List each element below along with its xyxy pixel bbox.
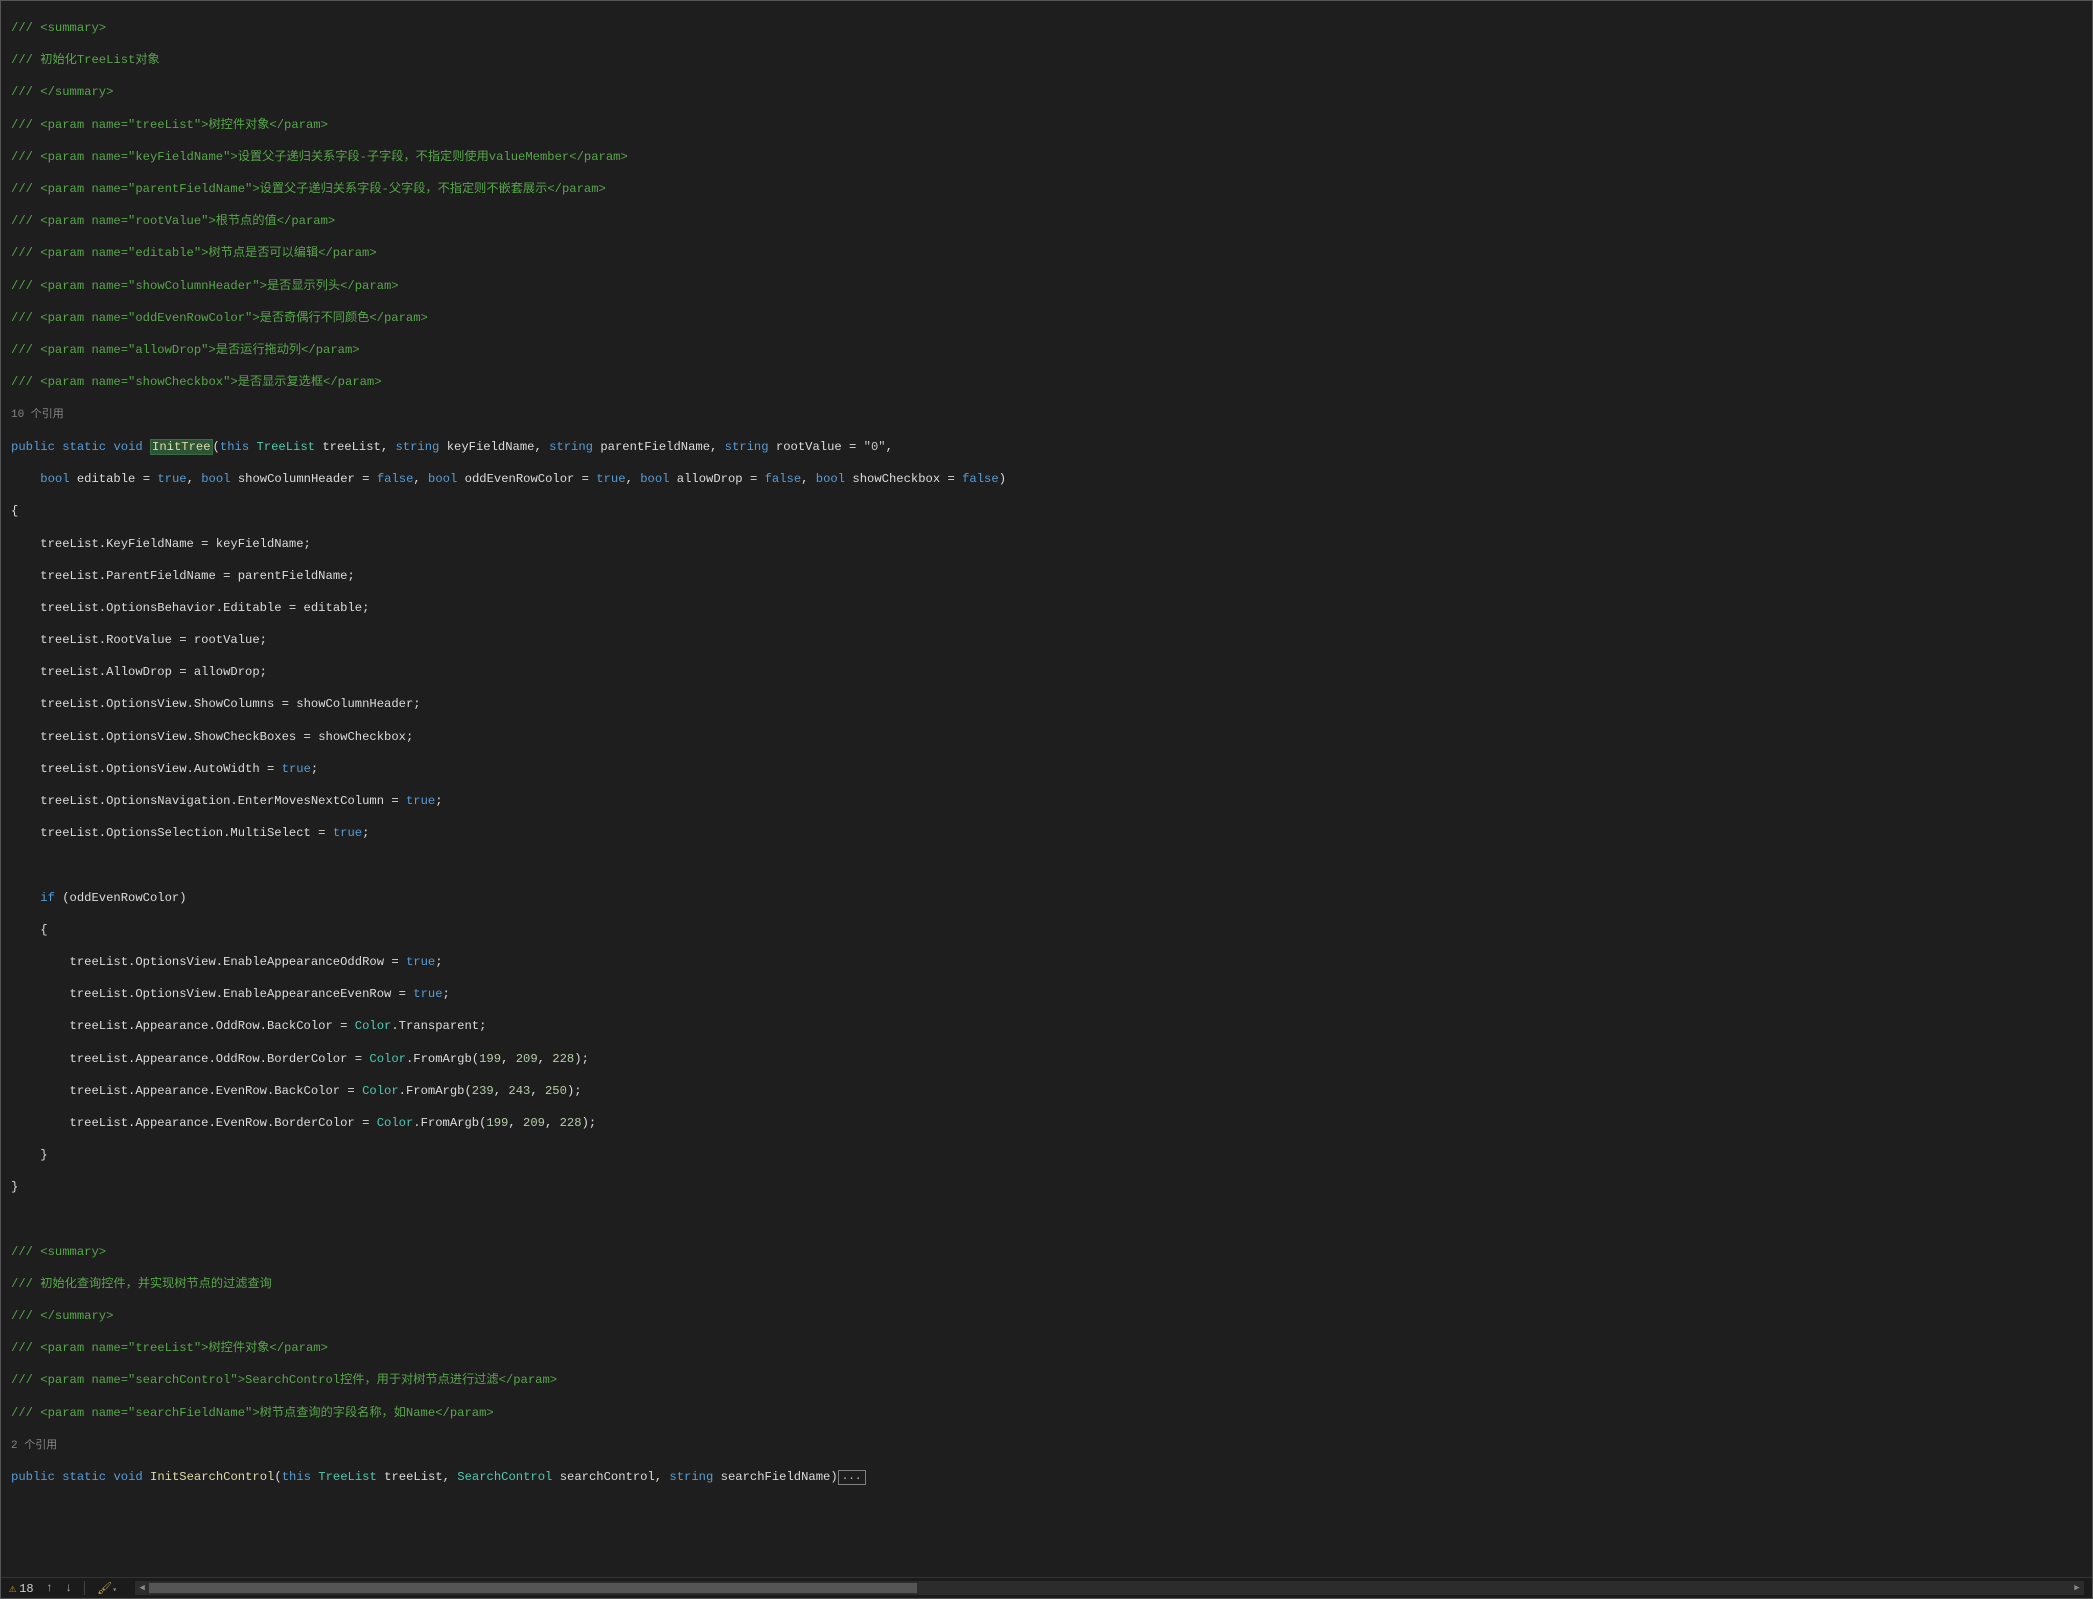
- codelens-refs[interactable]: 10 个引用: [11, 409, 64, 421]
- xmldoc-param: /// <param name="keyFieldName">: [11, 150, 238, 164]
- scroll-thumb[interactable]: [149, 1583, 917, 1593]
- xmldoc-summary-close: /// </summary>: [11, 85, 113, 99]
- xmldoc-param: /// <param name="showColumnHeader">: [11, 279, 267, 293]
- separator: [84, 1581, 85, 1595]
- xmldoc-param: /// <param name="editable">: [11, 246, 208, 260]
- xmldoc-param: /// <param name="treeList">: [11, 1341, 208, 1355]
- method-name: InitSearchControl: [150, 1470, 274, 1484]
- xmldoc-summary-close: /// </summary>: [11, 1309, 113, 1323]
- codelens-refs[interactable]: 2 个引用: [11, 1440, 57, 1452]
- xmldoc-summary-text: /// 初始化TreeList对象: [11, 53, 160, 67]
- method-name-highlight: InitTree: [150, 439, 213, 455]
- next-arrow-icon[interactable]: ↓: [65, 1581, 72, 1595]
- xmldoc-param: /// <param name="showCheckbox">: [11, 375, 238, 389]
- code-editor[interactable]: /// <summary> /// 初始化TreeList对象 /// </su…: [1, 1, 2092, 1577]
- method-signature[interactable]: public static void InitTree(this TreeLis…: [11, 439, 2092, 455]
- method-signature-2[interactable]: public static void InitSearchControl(thi…: [11, 1469, 2092, 1485]
- warning-icon: ⚠: [9, 1582, 16, 1596]
- scroll-left-icon[interactable]: ◀: [135, 1581, 149, 1595]
- xmldoc-param: /// <param name="searchControl">: [11, 1373, 245, 1387]
- xmldoc-param: /// <param name="parentFieldName">: [11, 182, 260, 196]
- cleanup-brush-icon[interactable]: 🖌▾: [97, 1581, 117, 1596]
- scroll-right-icon[interactable]: ▶: [2070, 1581, 2084, 1595]
- horizontal-scrollbar[interactable]: ◀ ▶: [135, 1581, 2084, 1595]
- xmldoc-param: /// <param name="allowDrop">: [11, 343, 216, 357]
- xmldoc-param: /// <param name="treeList">: [11, 118, 208, 132]
- collapsed-body-icon[interactable]: ...: [838, 1470, 866, 1485]
- xmldoc-summary-open: /// <summary>: [11, 1245, 106, 1259]
- xmldoc-summary-open: /// <summary>: [11, 21, 106, 35]
- editor-window: /// <summary> /// 初始化TreeList对象 /// </su…: [0, 0, 2093, 1599]
- xmldoc-param: /// <param name="rootValue">: [11, 214, 216, 228]
- prev-arrow-icon[interactable]: ↑: [46, 1581, 53, 1595]
- xmldoc-param: /// <param name="oddEvenRowColor">: [11, 311, 260, 325]
- xmldoc-summary-text: /// 初始化查询控件，并实现树节点的过滤查询: [11, 1277, 272, 1291]
- warning-count[interactable]: ⚠18: [9, 1581, 34, 1596]
- error-list-statusbar: ⚠18 ↑ ↓ 🖌▾ ◀ ▶: [1, 1577, 2092, 1598]
- xmldoc-param: /// <param name="searchFieldName">: [11, 1406, 260, 1420]
- scroll-track[interactable]: [149, 1581, 2070, 1595]
